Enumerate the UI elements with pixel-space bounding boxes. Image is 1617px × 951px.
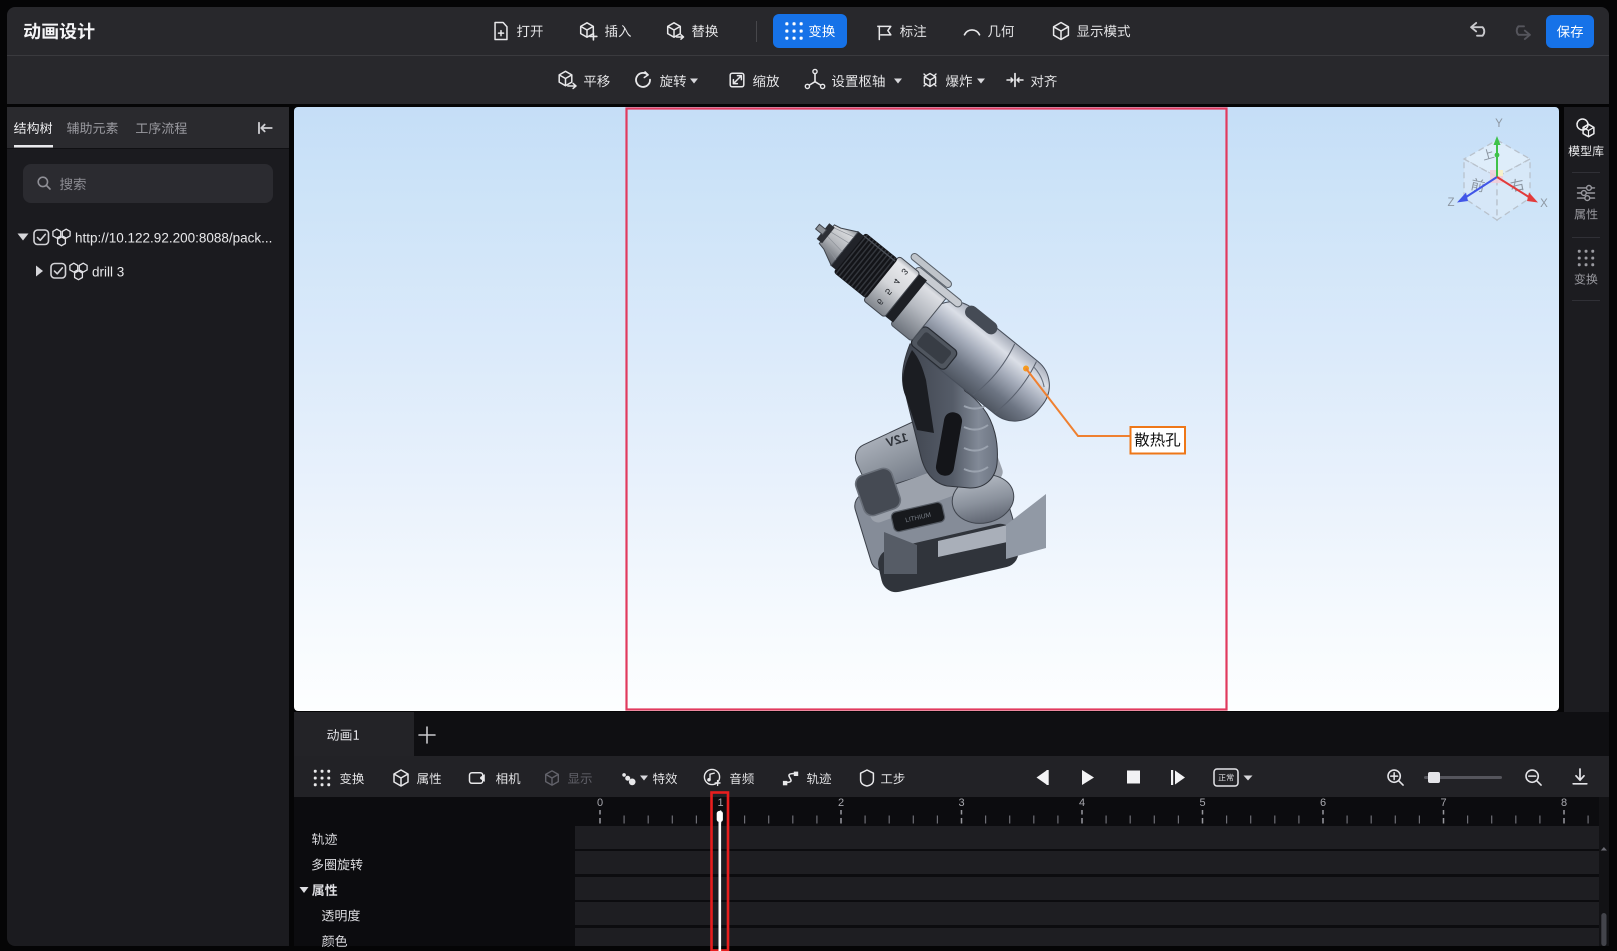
svg-text:drill 3: drill 3	[92, 265, 124, 280]
svg-text:Z: Z	[1447, 197, 1454, 209]
svg-text:4: 4	[1079, 797, 1085, 809]
svg-text:0: 0	[597, 797, 603, 809]
svg-text:7: 7	[1440, 797, 1446, 809]
svg-text:1: 1	[717, 797, 723, 809]
svg-text:2: 2	[838, 797, 844, 809]
svg-text:8: 8	[1561, 797, 1567, 809]
svg-text:3: 3	[958, 797, 964, 809]
svg-text:http://10.122.92.200:8088/pack: http://10.122.92.200:8088/pack...	[75, 231, 272, 246]
svg-text:Y: Y	[1495, 118, 1503, 130]
svg-text:5: 5	[1199, 797, 1205, 809]
svg-text:X: X	[1540, 198, 1548, 210]
svg-text:6: 6	[1320, 797, 1326, 809]
